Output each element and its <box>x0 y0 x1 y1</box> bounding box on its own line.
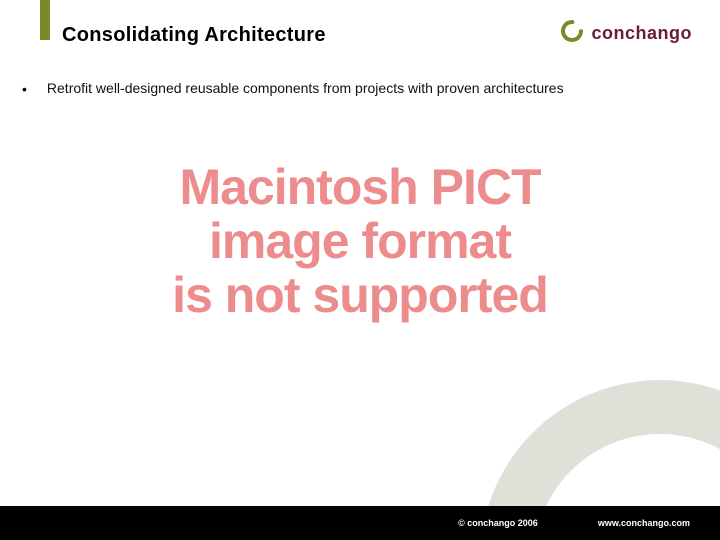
pict-error-line: image format <box>0 214 720 268</box>
bullet-text: Retrofit well-designed reusable componen… <box>47 80 564 96</box>
slide: Consolidating Architecture conchango • R… <box>0 0 720 540</box>
logo-icon <box>559 20 585 47</box>
pict-error-line: is not supported <box>0 268 720 322</box>
logo-text: conchango <box>591 23 692 44</box>
bullet-item: • Retrofit well-designed reusable compon… <box>22 80 564 98</box>
logo: conchango <box>559 20 692 47</box>
accent-bar <box>40 0 50 40</box>
page-title: Consolidating Architecture <box>62 24 326 47</box>
pict-error-line: Macintosh PICT <box>0 160 720 214</box>
footer-copyright: © conchango 2006 <box>458 518 538 528</box>
pict-error-message: Macintosh PICT image format is not suppo… <box>0 160 720 322</box>
bullet-marker: • <box>22 80 27 98</box>
footer: © conchango 2006 www.conchango.com <box>0 506 720 540</box>
footer-url: www.conchango.com <box>598 518 690 528</box>
